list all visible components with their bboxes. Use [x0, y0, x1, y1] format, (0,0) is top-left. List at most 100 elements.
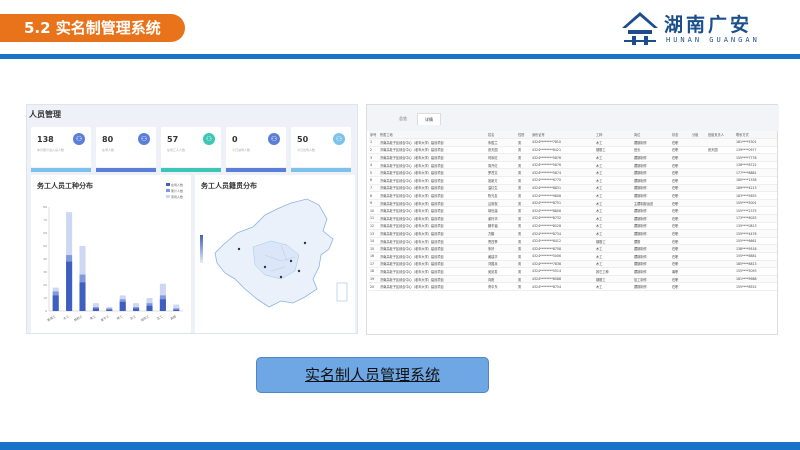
bar-0: [106, 309, 113, 311]
table-cell: 14: [369, 237, 379, 246]
x-tick-label: 杂工: [129, 314, 137, 321]
table-cell: 男: [517, 176, 531, 185]
table-row[interactable]: 2 济南高老子区综合中心（老年大学）建设项目 张天国男 4324********842…: [369, 146, 777, 155]
bar-0: [146, 305, 153, 311]
column-header[interactable]: 联系方式: [735, 131, 777, 140]
table-row[interactable]: 11 济南高老子区综合中心（老年大学）建设项目 谢玲华男 4324********87…: [369, 214, 777, 223]
stat-card-onsite-workers[interactable]: 57 在场工人人数 ⚇: [161, 127, 221, 172]
table-row[interactable]: 6 济南高老子区综合中心（老年大学）建设项目 庞新方男 4324********677…: [369, 176, 777, 185]
table-cell: 在职: [671, 184, 691, 193]
table-row[interactable]: 18 济南高老子区综合中心（老年大学）建设项目 吴景发男 4324********55…: [369, 267, 777, 276]
table-row[interactable]: 9 济南高老子区综合中心（老年大学）建设项目 吕则权男 4324********875…: [369, 199, 777, 208]
stat-value: 50: [297, 135, 309, 144]
table-cell: [691, 252, 707, 261]
column-header[interactable]: 班组负责人: [707, 131, 735, 140]
table-cell: [691, 229, 707, 238]
table-cell: 13: [369, 229, 379, 238]
table-cell: 183****5655: [735, 191, 777, 200]
table-cell: 钢筋工: [595, 275, 633, 284]
table-cell: [691, 267, 707, 276]
y-tick-label: 10: [43, 296, 47, 300]
column-header[interactable]: 序号: [369, 131, 379, 140]
table-cell: 135****0813: [735, 222, 777, 231]
table-cell: [691, 275, 707, 284]
table-row[interactable]: 12 济南高老子区综合中心（老年大学）建设项目 滕冬福男 4324********85…: [369, 222, 777, 231]
table-row[interactable]: 3 济南高老子区综合中心（老年大学）建设项目 何序红男 4324********587…: [369, 153, 777, 162]
table-row[interactable]: 19 济南高老子区综合中心（老年大学）建设项目 向阳男 4324********858…: [369, 275, 777, 284]
table-cell: [691, 184, 707, 193]
table-cell: 4324********7838: [531, 260, 595, 269]
table-cell: 男: [517, 206, 531, 216]
table-cell: 木工: [595, 168, 633, 178]
table-cell: 镶钢制作: [633, 229, 671, 238]
table-row[interactable]: 17 济南高老子区综合中心（老年大学）建设项目 刘国兵男 4324********78…: [369, 260, 777, 269]
table-cell: [707, 153, 735, 162]
table-row[interactable]: 20 济南高老子区综合中心（老年大学）建设项目 黄中东男 4324********87…: [369, 282, 777, 291]
china-map-icon[interactable]: [195, 175, 355, 333]
table-cell: 木工: [595, 176, 633, 185]
table-cell: 11: [369, 214, 379, 223]
table-row[interactable]: 4 济南高老子区综合中心（老年大学）建设项目 周开红男 4324********587…: [369, 161, 777, 170]
table-cell: 济南高老子区综合中心（老年大学）建设项目: [379, 222, 487, 231]
table-cell: [707, 252, 735, 261]
table-row[interactable]: 7 济南高老子区综合中心（老年大学）建设项目 温红生男 4324********883…: [369, 184, 777, 193]
stat-value: 0: [232, 135, 238, 144]
table-cell: 姜建华: [487, 252, 517, 261]
column-header[interactable]: 姓名: [487, 131, 517, 140]
column-header[interactable]: 性别: [517, 131, 531, 140]
personnel-table: 序号 所属工地 姓名 性别 身份证号 工种 岗位 状态 分组 班组负责人 联系方式 1 济南高老子区综…: [369, 131, 777, 291]
table-cell: 钢筋工: [595, 146, 633, 155]
table-cell: 男: [517, 199, 531, 208]
table-cell: 5: [369, 168, 379, 178]
tab-details[interactable]: 详情: [417, 113, 441, 125]
table-cell: 男: [517, 168, 531, 178]
column-header[interactable]: 身份证号: [531, 131, 595, 140]
stat-value: 80: [102, 135, 114, 144]
table-cell: 木工: [595, 260, 633, 269]
y-tick-label: 50: [43, 244, 47, 248]
stat-card-onsite[interactable]: 80 在场人数 ⚇: [96, 127, 156, 172]
table-cell: 4324********5876: [531, 153, 595, 162]
table-row[interactable]: 15 济南高老子区综合中心（老年大学）建设项目 朱好男 4324********875…: [369, 244, 777, 253]
column-header[interactable]: 所属工地: [379, 131, 487, 140]
table-cell: 男: [517, 244, 531, 253]
legend-item[interactable]: 累计人数: [165, 189, 183, 193]
table-row[interactable]: 13 济南高老子区综合中心（老年大学）建设项目 方鹏男 4324********873…: [369, 229, 777, 238]
table-cell: 镶钢制作: [633, 176, 671, 185]
table-cell: [707, 282, 735, 291]
table-row[interactable]: 1 济南高老子区综合中心（老年大学）建设项目 朱胜兰男 4324********781…: [369, 138, 777, 147]
table-cell: 镶筋: [633, 237, 671, 246]
column-header[interactable]: 工种: [595, 131, 633, 140]
table-row[interactable]: 14 济南高老子区综合中心（老年大学）建设项目 曹四季男 4324********84…: [369, 237, 777, 246]
stat-card-today-out[interactable]: 50 今日出场人数 ⚇: [291, 127, 351, 172]
table-cell: 班长: [633, 146, 671, 155]
table-cell: 木工: [595, 161, 633, 170]
table-row[interactable]: 10 济南高老子区综合中心（老年大学）建设项目 胡世建男 4324********88…: [369, 206, 777, 216]
column-header[interactable]: 岗位: [633, 131, 671, 140]
table-row[interactable]: 16 济南高老子区综合中心（老年大学）建设项目 姜建华男 4324********50…: [369, 252, 777, 261]
table-cell: 镶钢制作: [633, 222, 671, 231]
stat-bar: [226, 168, 286, 172]
logo-text-cn: 湖南广安: [664, 14, 753, 36]
column-header[interactable]: 分组: [691, 131, 707, 140]
column-header[interactable]: 状态: [671, 131, 691, 140]
table-cell: 4324********6770: [531, 176, 595, 185]
table-cell: 4324********8758: [531, 244, 595, 253]
table-row[interactable]: 8 济南高老子区综合中心（老年大学）建设项目 陈光友男 4324********980…: [369, 191, 777, 200]
table-cell: 温红生: [487, 184, 517, 193]
table-cell: 在职: [671, 229, 691, 238]
table-cell: [707, 168, 735, 178]
table-cell: 6: [369, 176, 379, 185]
table-cell: 济南高老子区综合中心（老年大学）建设项目: [379, 191, 487, 200]
table-cell: 木工: [595, 222, 633, 231]
tab-overview[interactable]: 总览: [391, 113, 415, 125]
legend-item[interactable]: 在场人数: [165, 183, 183, 187]
table-cell: 男: [517, 153, 531, 162]
stat-card-month-total[interactable]: 138 本月累计进入总人数 ⚇: [31, 127, 91, 172]
table-cell: 3: [369, 153, 379, 162]
table-cell: 155****5001: [735, 199, 777, 208]
legend-label: 累计人数: [170, 189, 183, 193]
bar-chart-svg: 0 10 20 30 40 50 60 70 80 普通工 木工 钢筋工 电工 架子工 焊工 杂工 砌筑工 瓦工其…: [43, 205, 183, 322]
stat-card-today-in[interactable]: 0 今日进场人数 ⚇: [226, 127, 286, 172]
table-row[interactable]: 5 济南高老子区综合中心（老年大学）建设项目 罗茂文男 4324********587…: [369, 168, 777, 178]
